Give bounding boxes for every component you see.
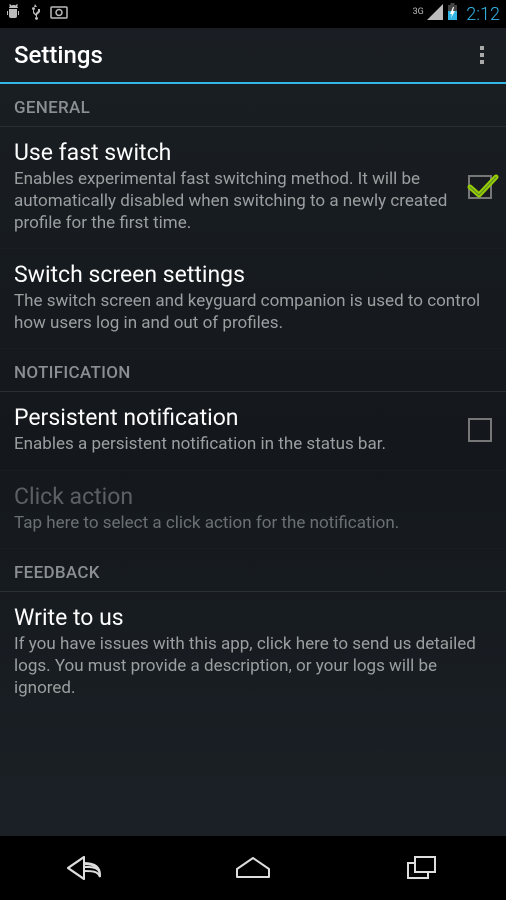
app-bar: Settings bbox=[0, 28, 506, 84]
setting-subtitle: If you have issues with this app, click … bbox=[14, 633, 482, 699]
clock: 2:12 bbox=[466, 4, 500, 25]
setting-subtitle: Enables experimental fast switching meth… bbox=[14, 168, 458, 234]
setting-click-action: Click action Tap here to select a click … bbox=[0, 471, 506, 549]
settings-list: GENERAL Use fast switch Enables experime… bbox=[0, 84, 506, 714]
setting-title: Write to us bbox=[14, 604, 482, 631]
recents-button[interactable] bbox=[382, 848, 462, 888]
setting-subtitle: The switch screen and keyguard companion… bbox=[14, 290, 482, 334]
network-label: 3G bbox=[413, 7, 424, 17]
setting-title: Persistent notification bbox=[14, 404, 458, 431]
setting-title: Click action bbox=[14, 483, 482, 510]
section-header-feedback: FEEDBACK bbox=[0, 549, 506, 592]
home-button[interactable] bbox=[213, 848, 293, 888]
home-icon bbox=[233, 855, 273, 881]
android-bug-icon bbox=[6, 4, 20, 24]
checkbox-fast-switch[interactable] bbox=[468, 175, 492, 199]
checkbox-persistent-notification[interactable] bbox=[468, 418, 492, 442]
back-button[interactable] bbox=[44, 848, 124, 888]
camera-icon bbox=[50, 5, 68, 23]
setting-title: Use fast switch bbox=[14, 139, 458, 166]
setting-subtitle: Tap here to select a click action for th… bbox=[14, 512, 482, 534]
setting-title: Switch screen settings bbox=[14, 261, 482, 288]
status-bar: 3G 2:12 bbox=[0, 0, 506, 28]
battery-icon bbox=[447, 3, 458, 25]
usb-icon bbox=[28, 4, 42, 24]
section-header-general: GENERAL bbox=[0, 84, 506, 127]
setting-use-fast-switch[interactable]: Use fast switch Enables experimental fas… bbox=[0, 127, 506, 249]
checkmark-icon bbox=[466, 171, 500, 201]
page-title: Settings bbox=[14, 41, 103, 69]
nav-bar bbox=[0, 836, 506, 900]
setting-switch-screen[interactable]: Switch screen settings The switch screen… bbox=[0, 249, 506, 349]
overflow-menu-button[interactable] bbox=[472, 38, 492, 72]
signal-icon: 3G bbox=[413, 4, 444, 24]
back-icon bbox=[62, 853, 106, 883]
recents-icon bbox=[405, 854, 439, 882]
section-header-notification: NOTIFICATION bbox=[0, 349, 506, 392]
setting-subtitle: Enables a persistent notification in the… bbox=[14, 433, 458, 455]
setting-persistent-notification[interactable]: Persistent notification Enables a persis… bbox=[0, 392, 506, 470]
setting-write-to-us[interactable]: Write to us If you have issues with this… bbox=[0, 592, 506, 714]
